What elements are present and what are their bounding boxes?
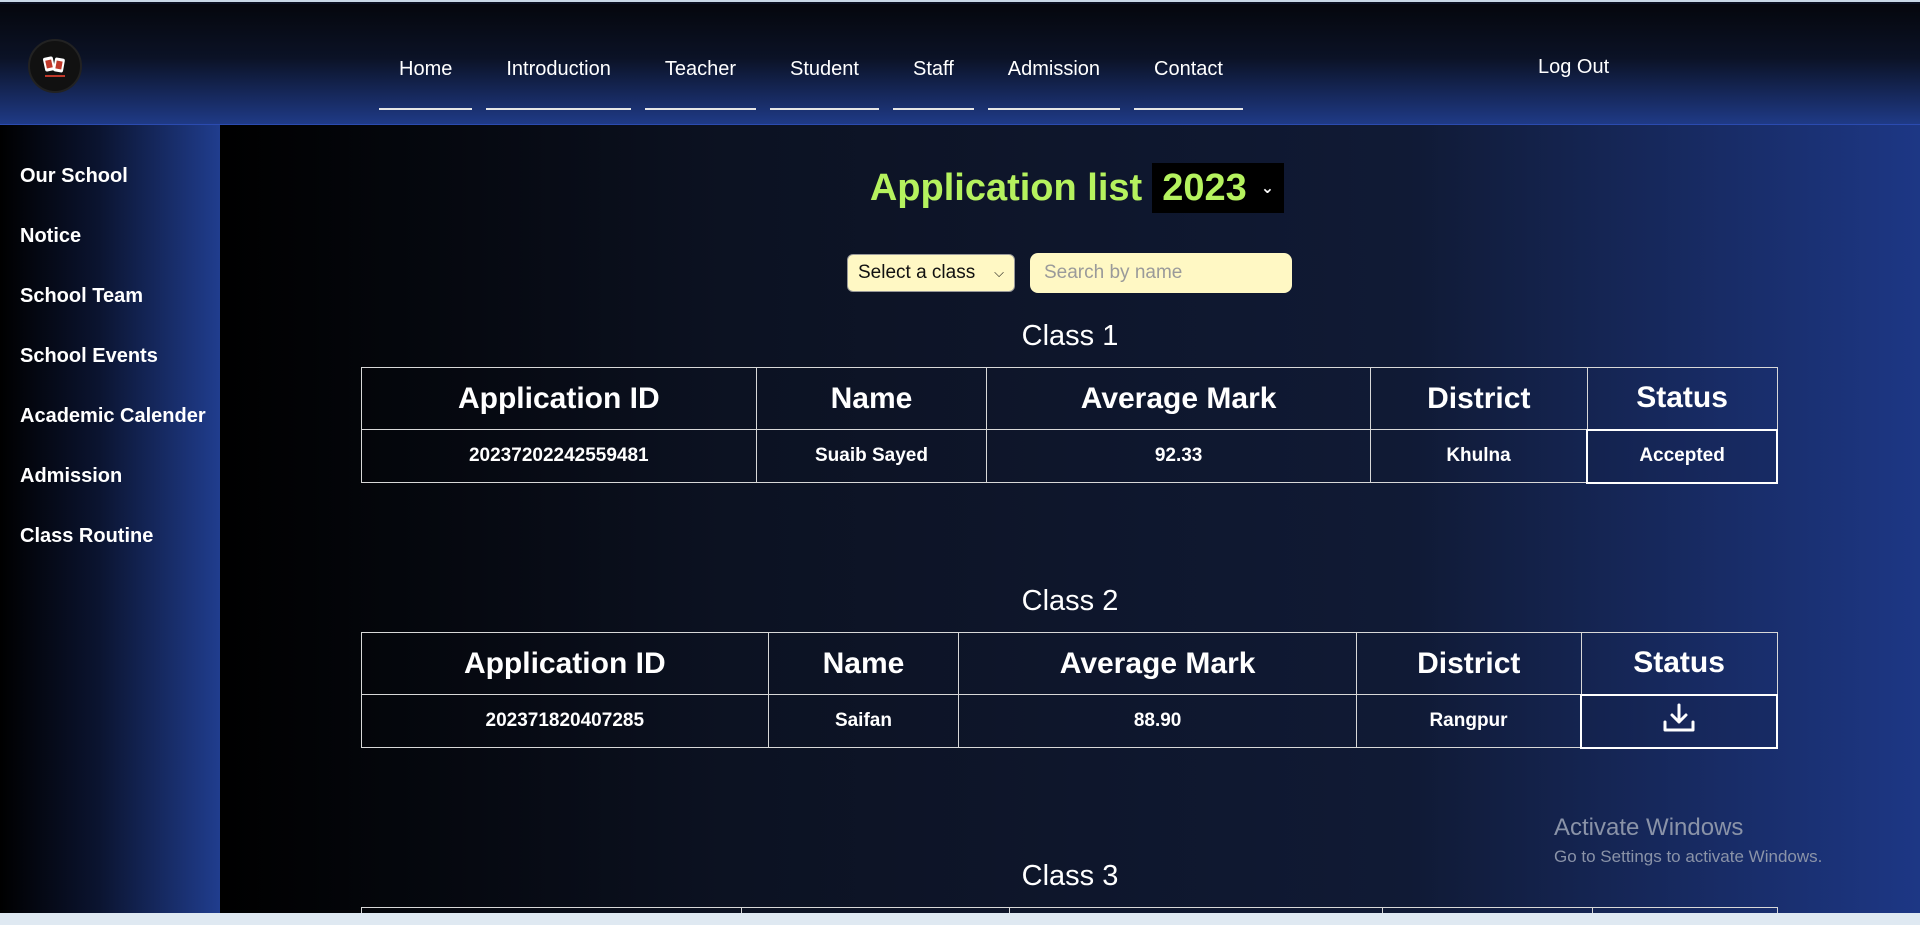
- column-header-name: Name: [740, 907, 1010, 913]
- main-content: Application list 2023 ⌄ Select a class ⌵…: [220, 125, 1920, 913]
- cell-name: Suaib Sayed: [755, 429, 988, 483]
- sidebar-item-school-events[interactable]: School Events: [20, 345, 158, 368]
- nav-contact[interactable]: Contact: [1134, 44, 1243, 110]
- activate-windows-subtitle: Go to Settings to activate Windows.: [1554, 847, 1823, 866]
- table-row: 202371820407285 Saifan 88.90 Rangpur: [361, 693, 1778, 749]
- cell-application-id: 202371820407285: [361, 694, 769, 748]
- column-header-average-mark: Average Mark: [986, 367, 1371, 430]
- column-header-average-mark: Average Mark: [958, 632, 1357, 695]
- table-row: 20237202242559481 Suaib Sayed 92.33 Khul…: [361, 428, 1778, 484]
- column-header-average-mark: Average Mark: [1008, 907, 1384, 913]
- nav-staff[interactable]: Staff: [892, 44, 974, 110]
- sidebar-item-academic-calender[interactable]: Academic Calender: [20, 405, 206, 428]
- column-header-district: District: [1382, 907, 1594, 913]
- top-header: Home Introduction Teacher Student Staff …: [0, 4, 1920, 125]
- nav-home[interactable]: Home: [379, 44, 473, 110]
- class-select-value: Select a class: [858, 262, 976, 283]
- nav-student[interactable]: Student: [770, 44, 879, 110]
- filter-bar: Select a class ⌵: [847, 253, 1292, 293]
- table-header-row: Application ID Name Average Mark Distric…: [361, 367, 1778, 430]
- class-heading: Class 1: [1021, 320, 1119, 352]
- column-header-status: Status: [1580, 632, 1778, 695]
- logout-button[interactable]: Log Out: [1538, 56, 1609, 79]
- nav-introduction[interactable]: Introduction: [486, 44, 631, 110]
- cell-name: Saifan: [767, 694, 960, 748]
- year-select-value: 2023: [1162, 166, 1247, 209]
- nav-teacher[interactable]: Teacher: [644, 44, 757, 110]
- application-table-class-3: Application ID Name Average Mark Distric…: [361, 907, 1778, 913]
- logo-icon: [43, 56, 65, 77]
- column-header-name: Name: [767, 632, 960, 695]
- school-logo[interactable]: [28, 39, 82, 93]
- application-table-class-2: Application ID Name Average Mark Distric…: [361, 632, 1778, 749]
- class-select[interactable]: Select a class ⌵: [847, 254, 1015, 292]
- column-header-district: District: [1369, 367, 1588, 430]
- cell-district: Khulna: [1369, 429, 1588, 483]
- cell-status: [1580, 693, 1778, 749]
- nav-admission[interactable]: Admission: [987, 44, 1121, 110]
- table-header-row: Application ID Name Average Mark Distric…: [361, 632, 1778, 695]
- application-table-class-1: Application ID Name Average Mark Distric…: [361, 367, 1778, 484]
- class-heading: Class 2: [1021, 585, 1119, 617]
- column-header-status: Status: [1586, 367, 1778, 430]
- title-row: Application list 2023 ⌄: [220, 163, 1920, 213]
- sidebar-item-class-routine[interactable]: Class Routine: [20, 525, 153, 548]
- sidebar-item-admission[interactable]: Admission: [20, 465, 122, 488]
- sidebar-item-our-school[interactable]: Our School: [20, 165, 128, 188]
- search-input[interactable]: [1030, 253, 1292, 293]
- column-header-application-id: Application ID: [361, 907, 742, 913]
- cell-status-accepted[interactable]: Accepted: [1586, 428, 1778, 484]
- activate-windows-title: Activate Windows: [1554, 814, 1744, 841]
- sidebar-item-notice[interactable]: Notice: [20, 225, 81, 248]
- chevron-down-icon: ⌄: [1260, 180, 1275, 197]
- main-nav: Home Introduction Teacher Student Staff …: [379, 44, 1243, 110]
- column-header-name: Name: [755, 367, 988, 430]
- year-select[interactable]: 2023 ⌄: [1152, 163, 1285, 213]
- column-header-status: Status: [1592, 907, 1778, 913]
- cell-average-mark: 92.33: [986, 429, 1371, 483]
- column-header-application-id: Application ID: [361, 632, 769, 695]
- sidebar-item-school-team[interactable]: School Team: [20, 285, 143, 308]
- column-header-application-id: Application ID: [361, 367, 757, 430]
- page-title: Application list: [869, 166, 1143, 209]
- table-header-row: Application ID Name Average Mark Distric…: [361, 907, 1778, 913]
- app-frame: Home Introduction Teacher Student Staff …: [0, 0, 1920, 925]
- download-icon: [1663, 703, 1695, 732]
- sidebar: Our School Notice School Team School Eve…: [0, 125, 220, 913]
- cell-application-id: 20237202242559481: [361, 429, 757, 483]
- column-header-district: District: [1355, 632, 1582, 695]
- chevron-down-icon: ⌵: [994, 265, 1004, 280]
- cell-average-mark: 88.90: [958, 694, 1357, 748]
- cell-district: Rangpur: [1355, 694, 1582, 748]
- download-button[interactable]: [1662, 703, 1696, 733]
